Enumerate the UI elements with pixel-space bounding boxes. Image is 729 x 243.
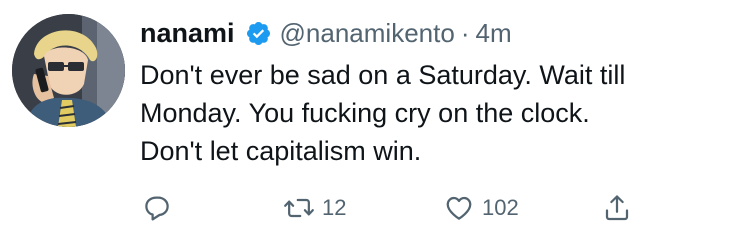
like-count: 102	[482, 195, 519, 220]
heart-icon	[443, 193, 475, 223]
action-bar: 12 102	[140, 188, 700, 228]
share-button[interactable]	[602, 188, 632, 228]
tweet-text: Don't ever be sad on a Saturday. Wait ti…	[140, 56, 720, 170]
tweet-header: nanami @nanamikento · 4m	[140, 14, 512, 52]
like-button[interactable]: 102	[443, 188, 519, 228]
user-avatar-icon	[12, 14, 125, 127]
reply-icon	[142, 193, 172, 223]
timestamp[interactable]: 4m	[475, 18, 511, 49]
tweet-text-line: Don't let capitalism win.	[140, 136, 422, 166]
separator-dot: ·	[460, 17, 470, 48]
retweet-count: 12	[322, 195, 347, 220]
user-handle[interactable]: @nanamikento	[280, 18, 455, 49]
tweet: nanami @nanamikento · 4m Don't ever be s…	[0, 0, 729, 243]
share-icon	[602, 193, 632, 223]
reply-button[interactable]	[142, 188, 172, 228]
tweet-text-line: Don't ever be sad on a Saturday. Wait ti…	[140, 60, 626, 90]
avatar[interactable]	[12, 14, 125, 127]
retweet-button[interactable]: 12	[283, 188, 346, 228]
display-name[interactable]: nanami	[140, 18, 235, 49]
tweet-text-line: Monday. You fucking cry on the clock.	[140, 98, 590, 128]
retweet-icon	[283, 193, 315, 223]
verified-badge-icon	[245, 20, 272, 47]
